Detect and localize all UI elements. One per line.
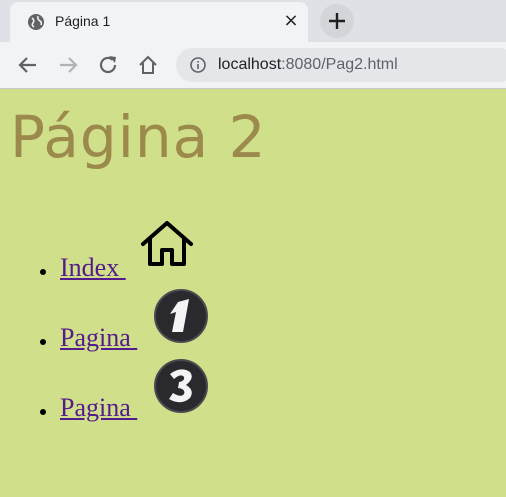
close-tab-icon[interactable]: × <box>281 11 301 31</box>
info-icon[interactable] <box>190 57 206 73</box>
home-icon[interactable] <box>136 53 160 77</box>
list-bullet <box>40 409 46 415</box>
browser-tab[interactable]: Página 1 × <box>10 2 308 42</box>
back-arrow-icon[interactable] <box>16 53 40 77</box>
globe-icon <box>28 14 44 30</box>
url-path: :8080/Pag2.html <box>281 56 398 73</box>
address-bar[interactable]: localhost:8080/Pag2.html <box>176 48 506 82</box>
browser-toolbar: localhost:8080/Pag2.html <box>0 42 506 89</box>
tab-title: Página 1 <box>55 13 111 29</box>
url-text[interactable]: localhost:8080/Pag2.html <box>218 56 398 74</box>
new-tab-button[interactable] <box>320 4 354 38</box>
plus-icon <box>329 13 345 29</box>
reload-icon[interactable] <box>96 53 120 77</box>
pagina-3-link[interactable]: Pagina <box>60 393 137 423</box>
url-host: localhost <box>218 56 282 73</box>
number-3-icon[interactable] <box>153 358 209 414</box>
tab-strip: Página 1 × <box>0 0 506 42</box>
list-bullet <box>40 269 46 275</box>
index-link[interactable]: Index <box>60 253 126 283</box>
list-bullet <box>40 339 46 345</box>
house-icon[interactable] <box>138 219 196 269</box>
pagina-1-link[interactable]: Pagina <box>60 323 137 353</box>
number-1-icon[interactable] <box>153 288 209 344</box>
page-content: Página 2 Index Pagina Pagina <box>0 89 506 497</box>
page-heading: Página 2 <box>10 103 267 171</box>
forward-arrow-icon[interactable] <box>56 53 80 77</box>
